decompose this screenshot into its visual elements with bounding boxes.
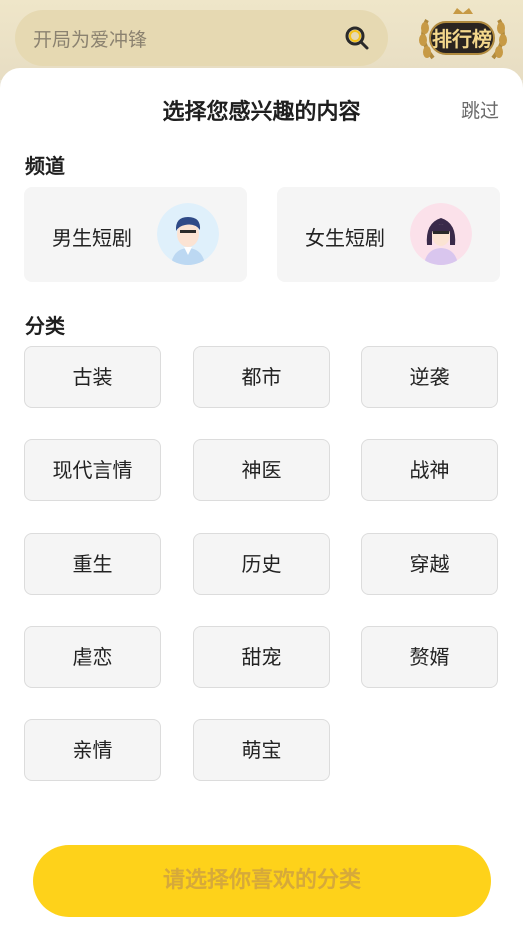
channel-card-male[interactable]: 男生短剧 (24, 187, 247, 282)
female-avatar-icon (410, 203, 472, 265)
category-chip[interactable]: 甜宠 (193, 626, 330, 688)
category-heading: 分类 (25, 314, 65, 338)
interest-picker-sheet: 选择您感兴趣的内容 跳过 频道 男生短剧 女生短剧 分类 古装 都市 逆袭 现代… (0, 68, 523, 926)
category-chip[interactable]: 古装 (24, 346, 161, 408)
category-chip[interactable]: 重生 (24, 533, 161, 595)
category-chip[interactable]: 现代言情 (24, 439, 161, 501)
sheet-title: 选择您感兴趣的内容 (162, 100, 361, 125)
search-icon[interactable] (344, 25, 370, 51)
search-bar[interactable]: 开局为爱冲锋 (15, 10, 388, 66)
category-chip[interactable]: 战神 (361, 439, 498, 501)
category-chip[interactable]: 神医 (193, 439, 330, 501)
male-avatar-icon (157, 203, 219, 265)
channel-label: 女生短剧 (305, 226, 385, 250)
ranking-button[interactable]: 排行榜 (413, 6, 513, 66)
submit-button[interactable]: 请选择你喜欢的分类 (33, 845, 491, 917)
ranking-label: 排行榜 (429, 21, 495, 55)
category-chip[interactable]: 虐恋 (24, 626, 161, 688)
category-chip[interactable]: 萌宝 (193, 719, 330, 781)
channel-card-female[interactable]: 女生短剧 (277, 187, 500, 282)
category-chip[interactable]: 历史 (193, 533, 330, 595)
channel-label: 男生短剧 (52, 226, 132, 250)
category-chip[interactable]: 都市 (193, 346, 330, 408)
category-chip[interactable]: 穿越 (361, 533, 498, 595)
category-chip[interactable]: 逆袭 (361, 346, 498, 408)
channel-heading: 频道 (25, 154, 65, 178)
category-chip[interactable]: 亲情 (24, 719, 161, 781)
skip-button[interactable]: 跳过 (461, 96, 499, 123)
search-placeholder: 开局为爱冲锋 (33, 29, 148, 51)
category-chip[interactable]: 赘婿 (361, 626, 498, 688)
